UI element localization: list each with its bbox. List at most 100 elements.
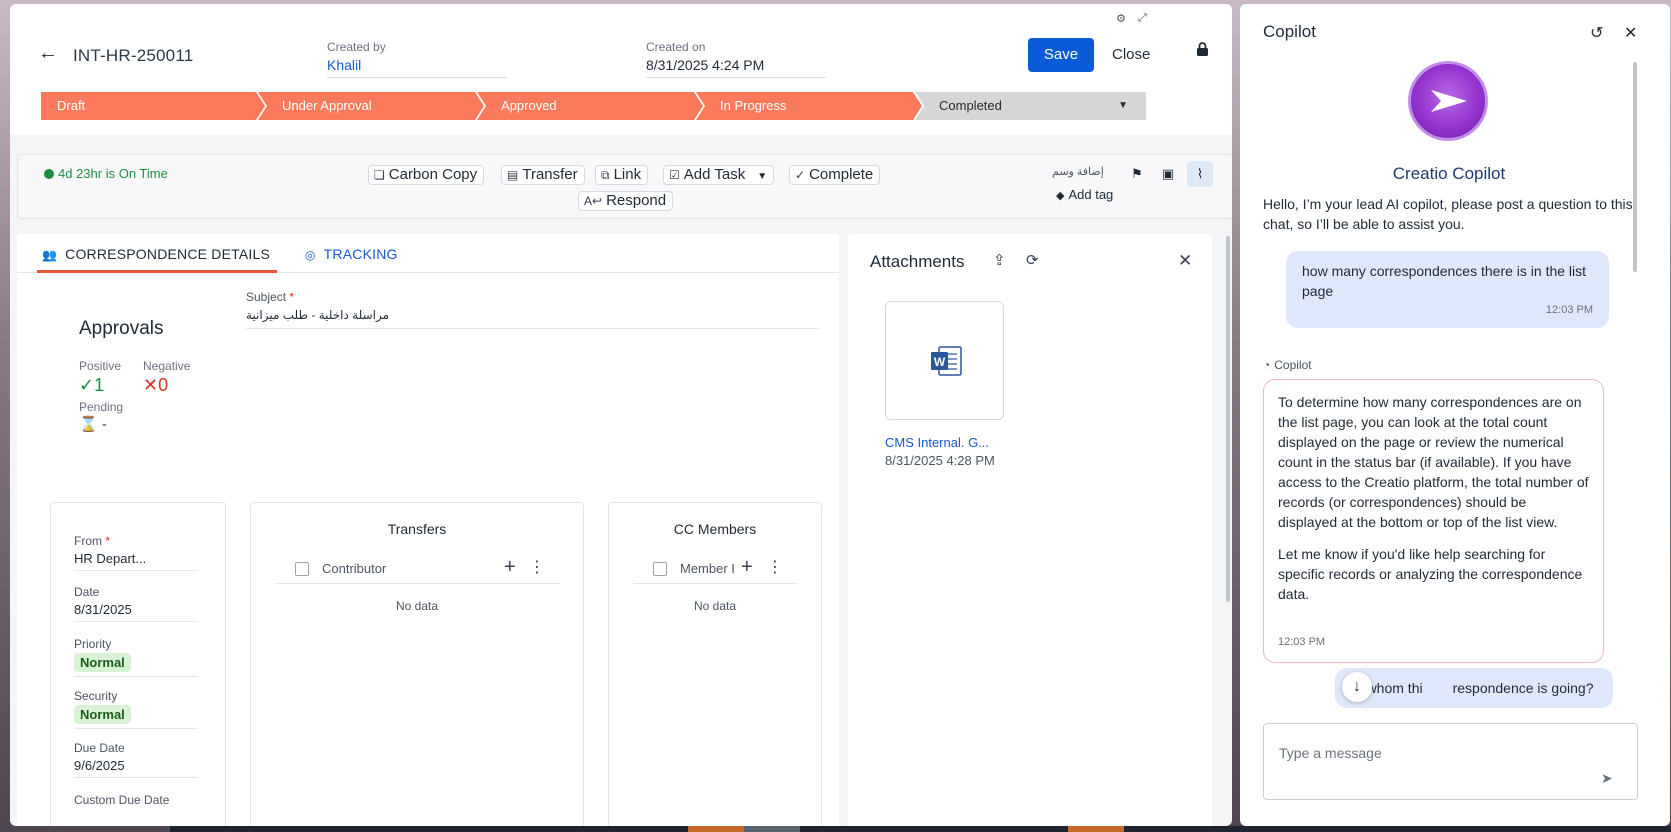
tab-tracking[interactable]: ◎ TRACKING (305, 246, 398, 262)
stage-draft[interactable]: Draft (41, 92, 265, 120)
tab-bar: 👥 CORRESPONDENCE DETAILS ◎ TRACKING (17, 234, 839, 273)
check-icon: ✓ (795, 168, 806, 182)
sla-status-text: 4d 23hr is On Time (58, 166, 168, 181)
arrow-down-icon[interactable]: ↓ (1342, 672, 1372, 702)
send-icon[interactable]: ➤ (1601, 770, 1613, 787)
pending-count: ⌛ - (79, 415, 107, 433)
created-by-link[interactable]: Khalil (327, 57, 507, 73)
pending-value: - (101, 416, 107, 433)
subject-field[interactable]: مراسلة داخلية - طلب ميزانية (246, 308, 819, 329)
complete-button[interactable]: ✓ Complete (789, 165, 881, 185)
back-arrow-icon[interactable]: ← (38, 42, 58, 65)
word-file-icon: W (931, 346, 962, 376)
reset-icon[interactable]: ↺ (1590, 23, 1603, 43)
transfers-card: Transfers Contributor + ⋮ No data (250, 502, 584, 826)
respond-button[interactable]: A↩ Respond (578, 191, 674, 211)
taskbar-app-2[interactable] (744, 826, 800, 832)
add-tag-button[interactable]: ◆ Add tag (1056, 187, 1113, 202)
save-button[interactable]: Save (1028, 38, 1094, 72)
paperclip-icon[interactable]: ⌇ (1187, 161, 1213, 187)
clock-icon (44, 169, 54, 179)
stage-completed[interactable]: Completed ▼ (915, 92, 1146, 120)
carbon-copy-label: Carbon Copy (388, 166, 478, 183)
check-icon: ✓ (79, 375, 95, 395)
settings-icon[interactable]: ⚙ (1116, 12, 1126, 25)
positive-count: ✓1 (79, 375, 104, 396)
copilot-scrollbar[interactable] (1633, 62, 1637, 272)
select-all-checkbox[interactable] (295, 562, 309, 576)
sla-status: 4d 23hr is On Time (44, 166, 168, 181)
record-header: ⚙ ⤢ ← INT-HR-250011 Created by Khalil Cr… (10, 4, 1232, 135)
scrollbar[interactable] (1226, 236, 1230, 602)
transfers-empty: No data (395, 599, 439, 613)
stage-approved[interactable]: Approved (477, 92, 703, 120)
add-transfer-icon[interactable]: + (504, 556, 516, 579)
more-options-icon[interactable]: ⋮ (529, 557, 545, 577)
security-field[interactable]: Normal (74, 705, 198, 729)
target-icon: ◎ (305, 248, 316, 262)
close-icon[interactable]: ✕ (1178, 251, 1192, 271)
negative-label: Negative (143, 359, 191, 373)
from-field[interactable]: HR Depart... (74, 551, 198, 571)
transfer-button[interactable]: ▤ Transfer (501, 165, 585, 185)
more-options-icon[interactable]: ⋮ (767, 557, 783, 577)
link-label: Link (613, 166, 642, 183)
stage-in-progress[interactable]: In Progress (696, 92, 922, 120)
close-button[interactable]: Close (1112, 46, 1150, 63)
created-on-field: Created on 8/31/2025 4:24 PM (646, 40, 826, 78)
approvals-title: Approvals (79, 318, 164, 339)
date-field[interactable]: 8/31/2025 (74, 602, 198, 622)
chevron-down-icon[interactable]: ▼ (757, 171, 767, 182)
positive-value: 1 (94, 375, 105, 395)
close-icon[interactable]: ✕ (1624, 23, 1637, 43)
add-tag-label: Add tag (1068, 187, 1114, 202)
fields-card: From * HR Depart... Date 8/31/2025 Prior… (50, 502, 226, 826)
tab-correspondence-details[interactable]: 👥 CORRESPONDENCE DETAILS (42, 246, 270, 262)
active-tab-indicator (37, 270, 277, 273)
link-button[interactable]: ⧉ Link (595, 165, 649, 185)
cc-members-card: CC Members Member I + ⋮ No data (608, 502, 822, 826)
chat-icon[interactable]: ▣ (1155, 161, 1181, 187)
security-label: Security (74, 689, 118, 703)
refresh-icon[interactable]: ⟳ (1026, 251, 1039, 269)
taskbar-app-1[interactable] (688, 826, 744, 832)
tag-icon: ◆ (1056, 190, 1065, 202)
transfers-title: Transfers (387, 521, 447, 537)
copilot-reply: To determine how many correspondences ar… (1263, 379, 1604, 663)
custom-due-date-label: Custom Due Date (74, 793, 170, 807)
due-date-field[interactable]: 9/6/2025 (74, 758, 198, 778)
stage-under-approval[interactable]: Under Approval (258, 92, 484, 120)
priority-field[interactable]: Normal (74, 653, 198, 677)
message-input[interactable]: Type a message ➤ (1263, 723, 1638, 800)
copilot-reply-p1: To determine how many correspondences ar… (1278, 394, 1589, 530)
pending-label: Pending (79, 400, 124, 414)
contributor-column[interactable]: Contributor (322, 561, 386, 576)
people-icon: 👥 (42, 248, 58, 262)
member-column[interactable]: Member I (680, 561, 738, 576)
required-marker: * (105, 534, 111, 548)
reply-icon: A↩ (584, 194, 603, 208)
transfers-grid-header: Contributor + ⋮ (275, 554, 560, 584)
upload-icon[interactable]: ⇪ (993, 251, 1006, 269)
cc-grid-header: Member I + ⋮ (633, 554, 798, 584)
chevron-down-icon[interactable]: ▼ (1118, 92, 1128, 120)
from-label-text: From (74, 534, 102, 548)
carbon-copy-button[interactable]: ❏ Carbon Copy (368, 165, 485, 185)
taskbar-app-3[interactable] (1068, 826, 1124, 832)
expand-icon[interactable]: ⤢ (1138, 12, 1147, 25)
flag-icon[interactable]: ⚑ (1124, 161, 1150, 187)
lock-icon[interactable] (1196, 42, 1209, 56)
negative-value: 0 (158, 375, 169, 395)
copilot-title: Copilot (1263, 22, 1316, 41)
copilot-sender: ◔ Copilot (1263, 358, 1312, 372)
add-member-icon[interactable]: + (741, 556, 753, 579)
attachment-name[interactable]: CMS Internal. G... (885, 435, 989, 450)
user-message-text: how many correspondences there is in the… (1302, 263, 1587, 299)
select-all-checkbox[interactable] (653, 562, 667, 576)
attachment-tile[interactable]: W (885, 301, 1004, 420)
add-task-button[interactable]: ☑ Add Task ▼ (663, 165, 775, 185)
svg-text:W: W (934, 355, 946, 369)
details-panel: 👥 CORRESPONDENCE DETAILS ◎ TRACKING Subjec… (17, 234, 839, 826)
stage-completed-label: Completed (939, 98, 1002, 113)
tab-details-label: CORRESPONDENCE DETAILS (65, 246, 270, 262)
